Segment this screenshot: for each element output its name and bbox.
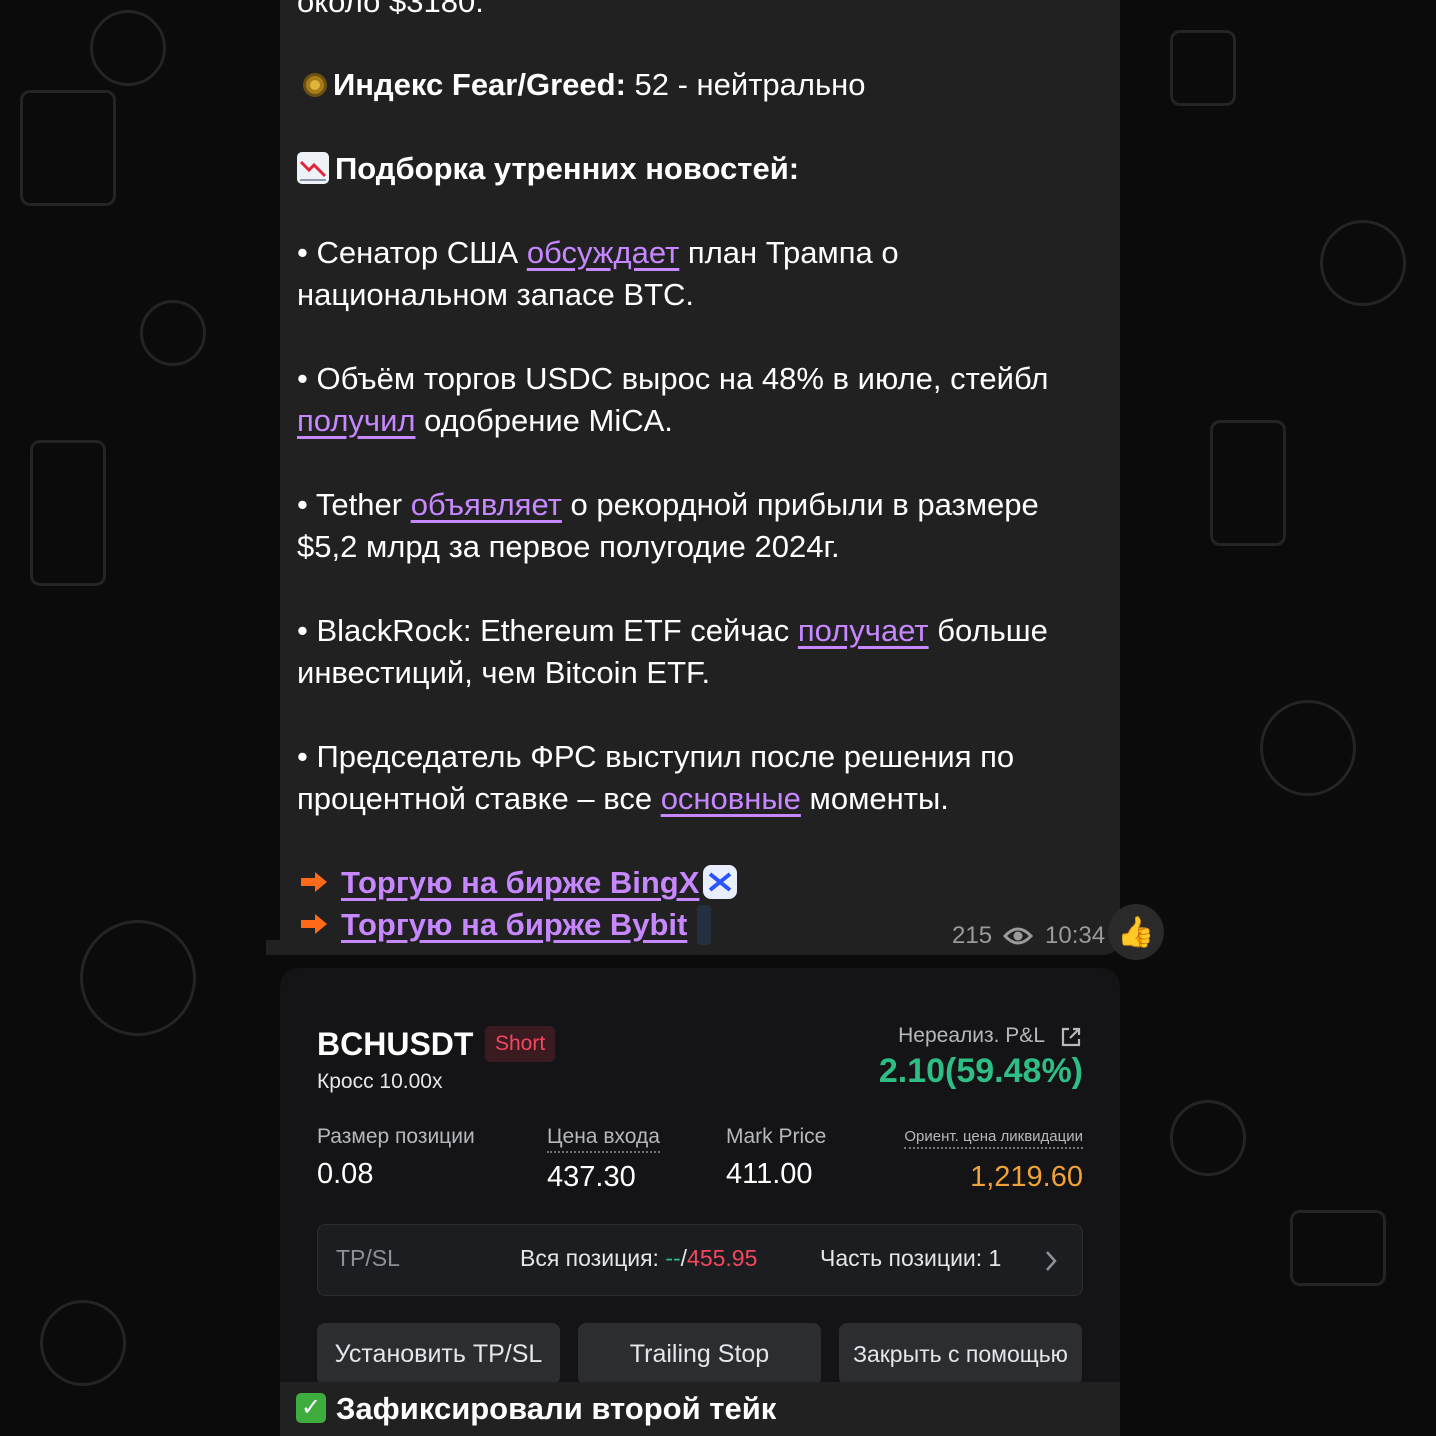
news-item-line2: получил одобрение MiCA.	[297, 400, 673, 442]
right-arrow-icon	[301, 913, 327, 934]
fear-greed-label: Индекс Fear/Greed:	[333, 67, 626, 102]
news-item-line2: инвестиций, чем Bitcoin ETF.	[297, 655, 711, 690]
tpsl-part: Часть позиции: 1	[820, 1245, 1002, 1271]
news-link[interactable]: обсуждает	[527, 235, 679, 270]
close-with-button[interactable]: Закрыть с помощью	[839, 1323, 1082, 1385]
news-text: моменты.	[800, 781, 949, 816]
share-icon[interactable]	[1059, 1025, 1083, 1049]
next-message-bubble: ✓ Зафиксировали второй тейк	[280, 1382, 1120, 1436]
news-item: • BlackRock: Ethereum ETF сейчас получае…	[297, 610, 1048, 652]
exchange-link-row: Торгую на бирже Bybit	[297, 904, 712, 949]
news-heading-line: Подборка утренних новостей:	[297, 148, 799, 190]
bybit-link[interactable]: Торгую на бирже Bybit	[341, 907, 687, 942]
news-item-line2: процентной ставке – все основные моменты…	[297, 778, 949, 820]
news-text: • Сенатор США	[297, 235, 527, 270]
mark-label: Mark Price	[726, 1125, 827, 1148]
eye-icon	[1002, 927, 1033, 945]
message-partial-line: около $3180.	[297, 0, 484, 19]
news-item-line2: национальном запасе BTC.	[297, 277, 695, 312]
tpsl-row[interactable]: TP/SL Вся позиция: --/455.95 Часть позиц…	[317, 1224, 1083, 1296]
symbol: BCHUSDT	[317, 1026, 474, 1062]
set-tpsl-button[interactable]: Установить TP/SL	[317, 1323, 560, 1385]
thumbs-up-icon: 👍	[1117, 915, 1155, 949]
thumbs-up-reaction[interactable]: 👍	[1108, 904, 1164, 960]
chart-decreasing-icon	[297, 151, 329, 184]
news-link[interactable]: получил	[297, 403, 416, 438]
tpsl-whole: Вся позиция: --/455.95	[520, 1245, 757, 1272]
entry-value: 437.30	[547, 1161, 636, 1193]
mark-value: 411.00	[726, 1158, 813, 1190]
whole-label: Вся позиция:	[520, 1245, 666, 1271]
whole-sl: 455.95	[687, 1245, 758, 1271]
trailing-stop-button[interactable]: Trailing Stop	[578, 1323, 821, 1385]
exchange-link-row: Торгую на бирже BingX	[297, 862, 738, 905]
news-text: о рекордной прибыли в размере	[561, 487, 1039, 522]
chevron-right-icon	[1046, 1251, 1057, 1271]
margin-mode: Кросс 10.00x	[317, 1070, 443, 1093]
news-text: процентной ставке – все	[297, 781, 661, 816]
news-item: • Объём торгов USDC вырос на 48% в июле,…	[297, 361, 1049, 396]
message-time: 10:34	[1045, 922, 1106, 949]
tpsl-label: TP/SL	[336, 1245, 400, 1271]
bingx-logo-icon	[703, 864, 738, 899]
fear-greed-value: 52 - нейтрально	[625, 67, 866, 102]
news-text: план Трампа о	[679, 235, 899, 270]
next-message-line: ✓ Зафиксировали второй тейк	[296, 1389, 776, 1429]
news-item: • Сенатор США обсуждает план Трампа о	[297, 232, 899, 274]
views-value: 215	[952, 922, 993, 949]
next-message-text: Зафиксировали второй тейк	[336, 1391, 777, 1426]
pnl-value: 2.10(59.48%)	[878, 1052, 1083, 1090]
view-count: 215	[952, 920, 1033, 952]
news-link[interactable]: объявляет	[411, 487, 562, 522]
bingx-link[interactable]: Торгую на бирже BingX	[341, 865, 699, 900]
size-value: 0.08	[317, 1158, 374, 1190]
fear-greed-line: Индекс Fear/Greed: 52 - нейтрально	[297, 64, 866, 106]
news-item-line2: $5,2 млрд за первое полугодие 2024г.	[297, 529, 840, 564]
check-mark-icon: ✓	[296, 1392, 326, 1423]
pnl-label: Нереализ. P&L	[898, 1024, 1045, 1047]
news-item: • Tether объявляет о рекордной прибыли в…	[297, 484, 1039, 526]
whole-tp: --	[665, 1245, 681, 1271]
news-heading: Подборка утренних новостей:	[335, 151, 800, 186]
side-badge: Short	[485, 1026, 556, 1062]
entry-label: Цена входа	[547, 1125, 660, 1153]
news-text: • Tether	[297, 487, 411, 522]
news-link[interactable]: основные	[661, 781, 801, 816]
news-link[interactable]: получает	[798, 613, 929, 648]
size-label: Размер позиции	[317, 1125, 475, 1148]
news-item: • Председатель ФРС выступил после решени…	[297, 739, 1015, 774]
right-arrow-icon	[301, 871, 327, 892]
liq-value: 1,219.60	[970, 1161, 1083, 1193]
news-text: одобрение MiCA.	[415, 403, 673, 438]
liq-label: Ориент. цена ликвидации	[904, 1128, 1083, 1149]
news-text: больше	[928, 613, 1048, 648]
news-text: • BlackRock: Ethereum ETF сейчас	[297, 613, 798, 648]
bybit-logo-icon	[697, 904, 712, 945]
yellow-circle-icon	[303, 72, 327, 97]
position-card: BCHUSDT Short Кросс 10.00x Нереализ. P&L…	[280, 968, 1120, 1436]
